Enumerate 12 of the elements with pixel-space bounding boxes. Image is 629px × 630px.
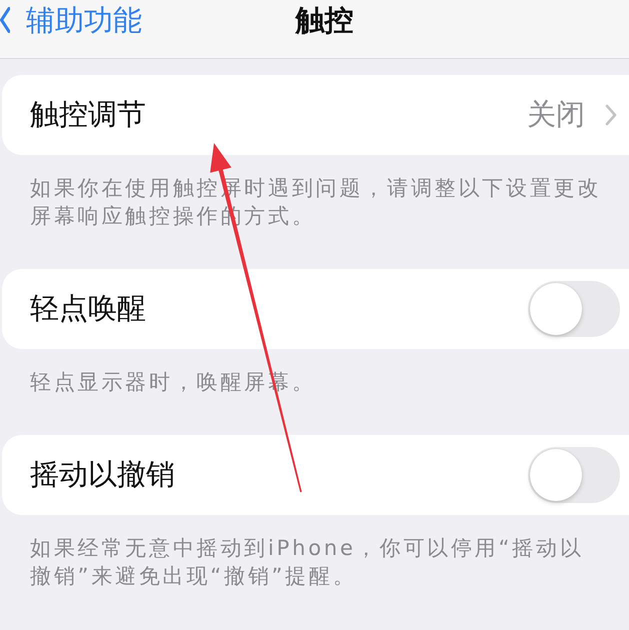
section-footer-text: 如果经常无意中摇动到iPhone，你可以停用“摇动以撤销”来避免出现“撤销”提醒。 xyxy=(30,535,585,590)
toggle-switch[interactable] xyxy=(528,281,620,337)
page-title: 触控 xyxy=(296,2,354,38)
row-value: 关闭 xyxy=(527,96,585,133)
back-button[interactable]: 辅助功能 xyxy=(0,2,142,38)
settings-row[interactable]: 触控调节 关闭 xyxy=(2,75,629,155)
back-chevron-icon xyxy=(0,7,10,33)
row-label: 轻点唤醒 xyxy=(30,290,147,327)
row-label: 摇动以撤销 xyxy=(30,456,176,493)
toggle-switch[interactable] xyxy=(528,447,620,503)
chevron-right-icon xyxy=(605,104,617,126)
row-label: 触控调节 xyxy=(30,96,147,133)
